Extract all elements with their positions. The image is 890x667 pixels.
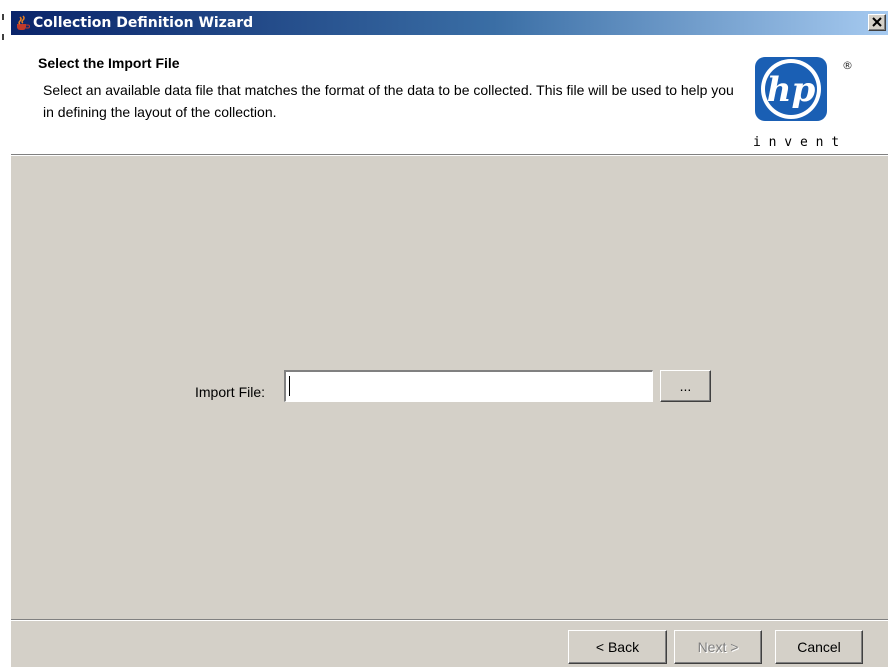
hp-logo: hp ® i n v e n t xyxy=(751,57,866,152)
cancel-button[interactable]: Cancel xyxy=(775,630,863,664)
title-bar[interactable]: Collection Definition Wizard xyxy=(11,11,888,35)
registered-mark: ® xyxy=(842,59,853,72)
logo-tagline: i n v e n t xyxy=(753,135,839,150)
close-icon xyxy=(872,17,882,27)
wizard-header: Select the Import File Select an availab… xyxy=(11,35,888,155)
browse-button[interactable]: ... xyxy=(660,370,711,402)
next-button[interactable]: Next > xyxy=(674,630,762,664)
text-caret xyxy=(289,376,290,396)
import-file-input[interactable] xyxy=(284,370,653,402)
back-button[interactable]: < Back xyxy=(568,630,667,664)
java-cup-icon xyxy=(14,15,30,31)
wizard-dialog: Collection Definition Wizard Select the … xyxy=(10,10,888,667)
import-file-label: Import File: xyxy=(195,384,266,400)
window-title: Collection Definition Wizard xyxy=(33,15,254,31)
close-button[interactable] xyxy=(868,14,886,31)
window-edge-mark xyxy=(2,34,4,40)
hp-logo-text: hp xyxy=(767,70,816,110)
footer-divider-highlight xyxy=(11,620,888,621)
window-edge-mark xyxy=(2,14,4,20)
header-divider xyxy=(11,155,888,156)
page-title: Select the Import File xyxy=(38,55,180,71)
page-description: Select an available data file that match… xyxy=(43,82,734,120)
